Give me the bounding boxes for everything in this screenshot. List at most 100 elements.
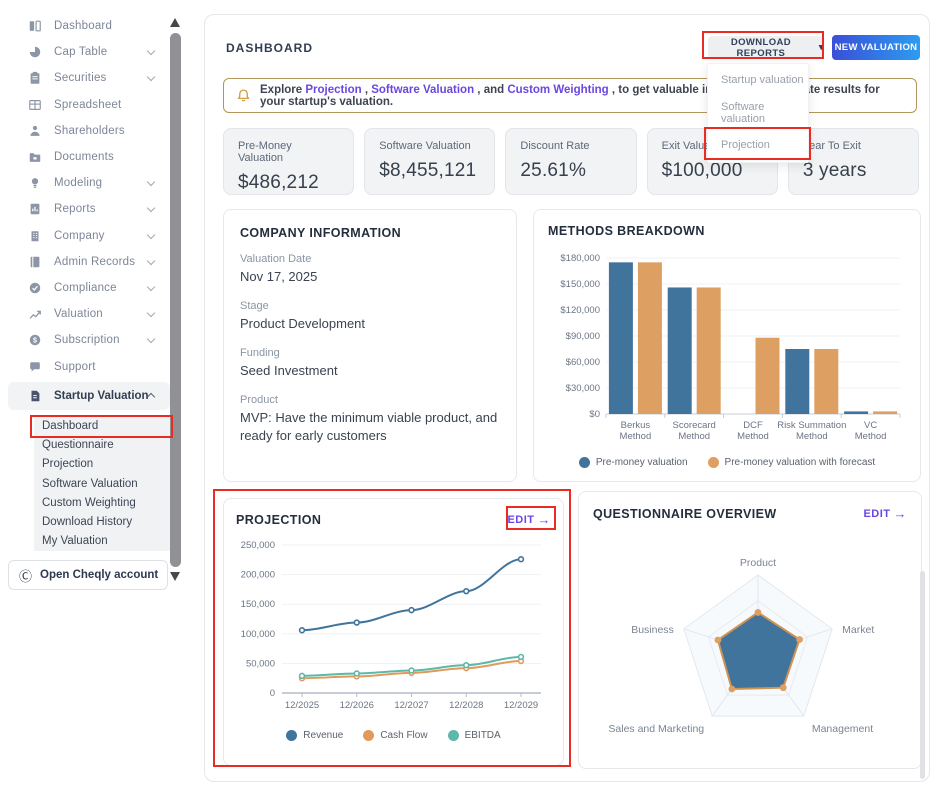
questionnaire-radar-chart: ProductMarketManagementSales and Marketi… <box>593 529 923 755</box>
panel-title: METHODS BREAKDOWN <box>548 224 906 238</box>
alert-link-projection[interactable]: Projection <box>305 84 361 96</box>
svg-text:Management: Management <box>812 723 873 735</box>
sidebar-item-startup-valuation[interactable]: Startup Valuation <box>8 382 170 410</box>
menu-item-software-valuation[interactable]: Software valuation <box>708 97 808 130</box>
stat-value: $100,000 <box>662 160 763 182</box>
sidebar-item-subscription[interactable]: $Subscription <box>10 327 170 353</box>
chevron-down-icon <box>147 309 155 317</box>
sidebar-subitem-projection[interactable]: Projection <box>34 455 170 474</box>
sidebar-item-reports[interactable]: Reports <box>10 196 170 222</box>
sidebar-item-compliance[interactable]: Compliance <box>10 275 170 301</box>
field-value: Seed Investment <box>240 362 500 381</box>
edit-questionnaire-link[interactable]: EDIT → <box>863 506 907 521</box>
field-value: MVP: Have the minimum viable product, an… <box>240 409 500 447</box>
edit-label: EDIT <box>863 508 890 520</box>
sidebar-item-label: Compliance <box>54 282 117 294</box>
folder-icon <box>28 150 42 164</box>
sidebar-scrollbar-thumb[interactable] <box>170 33 181 567</box>
stat-value: 3 years <box>803 160 904 182</box>
projection-chart: 050,000100,000150,000200,000250,00012/20… <box>236 533 555 719</box>
sidebar-item-spreadsheet[interactable]: Spreadsheet <box>10 92 170 118</box>
svg-text:DCF: DCF <box>743 420 763 431</box>
chart-legend: Pre-money valuation Pre-money valuation w… <box>548 457 906 468</box>
svg-text:12/2028: 12/2028 <box>449 700 483 711</box>
legend-label: Pre-money valuation <box>596 457 688 468</box>
open-cheqly-account-button[interactable]: Ⓒ Open Cheqly account <box>8 560 168 590</box>
person-icon <box>28 124 42 138</box>
grid-icon <box>28 19 42 33</box>
field-label: Funding <box>240 347 500 359</box>
svg-text:Method: Method <box>855 431 887 442</box>
scroll-down-arrow-icon[interactable] <box>170 572 180 581</box>
svg-text:150,000: 150,000 <box>241 599 275 610</box>
sidebar-item-cap-table[interactable]: Cap Table <box>10 39 170 65</box>
methods-breakdown-chart: $0$30,000$60,000$90,000$120,000$150,000$… <box>548 248 908 446</box>
sidebar-subitem-questionnaire[interactable]: Questionnaire <box>34 435 170 454</box>
sidebar-item-label: Securities <box>54 72 107 84</box>
arrow-right-icon: → <box>538 512 552 527</box>
sidebar-item-securities[interactable]: Securities <box>10 65 170 91</box>
sidebar-item-label: Startup Valuation <box>54 390 149 402</box>
alert-banner: Explore Projection , Software Valuation … <box>223 78 917 113</box>
cheqly-logo-icon: Ⓒ <box>19 566 32 585</box>
sidebar-subitem-software-valuation[interactable]: Software Valuation <box>34 474 170 493</box>
scroll-up-arrow-icon[interactable] <box>170 18 180 27</box>
sidebar-item-documents[interactable]: Documents <box>10 144 170 170</box>
building-icon <box>28 229 42 243</box>
stat-card-discount-rate: Discount Rate25.61% <box>505 128 636 195</box>
sidebar-subitem-custom-weighting[interactable]: Custom Weighting <box>34 493 170 512</box>
check-icon <box>28 281 42 295</box>
sidebar-nav: DashboardCap TableSecuritiesSpreadsheetS… <box>10 13 170 380</box>
svg-text:250,000: 250,000 <box>241 540 275 551</box>
sidebar-item-dashboard[interactable]: Dashboard <box>10 13 170 39</box>
new-valuation-button[interactable]: NEW VALUATION <box>832 35 920 60</box>
sidebar-item-shareholders[interactable]: Shareholders <box>10 118 170 144</box>
svg-text:Risk Summation: Risk Summation <box>777 420 846 431</box>
cheqly-label: Open Cheqly account <box>40 569 158 581</box>
legend-label: Revenue <box>303 730 343 741</box>
sidebar-item-admin-records[interactable]: Admin Records <box>10 249 170 275</box>
alert-link-custom-weighting[interactable]: Custom Weighting <box>507 84 608 96</box>
sidebar-item-modeling[interactable]: Modeling <box>10 170 170 196</box>
sidebar-item-label: Support <box>54 361 96 373</box>
edit-projection-link[interactable]: EDIT → <box>507 512 551 527</box>
svg-text:Method: Method <box>796 431 828 442</box>
sidebar-subitem-dashboard[interactable]: Dashboard <box>34 416 170 435</box>
chat-icon <box>28 360 42 374</box>
main-scrollbar[interactable] <box>920 571 925 779</box>
chevron-down-icon <box>147 256 155 264</box>
company-field-funding: Funding Seed Investment <box>240 347 500 381</box>
svg-text:Market: Market <box>842 624 874 636</box>
svg-text:Scorecard: Scorecard <box>673 420 716 431</box>
company-field-product: ProductMVP: Have the minimum viable prod… <box>240 394 500 447</box>
svg-text:Product: Product <box>740 557 776 569</box>
svg-text:$180,000: $180,000 <box>560 253 600 264</box>
sidebar-item-label: Reports <box>54 203 96 215</box>
menu-item-startup-valuation[interactable]: Startup valuation <box>708 64 808 97</box>
chart-icon <box>28 307 42 321</box>
alert-link-software-valuation[interactable]: Software Valuation <box>371 84 474 96</box>
stat-label: Software Valuation <box>379 140 480 152</box>
projection-panel: PROJECTION EDIT → 050,000100,000150,0002… <box>223 498 564 766</box>
sidebar-subnav: DashboardQuestionnaireProjectionSoftware… <box>34 416 170 551</box>
legend-item-pre-money-valuation-with-forecast: Pre-money valuation with forecast <box>708 457 876 468</box>
download-reports-button[interactable]: DOWNLOAD REPORTS ▾ <box>708 36 824 59</box>
stat-card-software-valuation: Software Valuation$8,455,121 <box>364 128 495 195</box>
sidebar-subitem-download-history[interactable]: Download History <box>34 512 170 531</box>
dollar-icon: $ <box>28 333 42 347</box>
questionnaire-overview-panel: QUESTIONNAIRE OVERVIEW EDIT → ProductMar… <box>578 491 922 769</box>
field-label: Stage <box>240 300 500 312</box>
methods-breakdown-panel: METHODS BREAKDOWN $0$30,000$60,000$90,00… <box>533 209 921 482</box>
sidebar-item-valuation[interactable]: Valuation <box>10 301 170 327</box>
svg-text:Method: Method <box>620 431 652 442</box>
chevron-down-icon <box>147 47 155 55</box>
sidebar-item-support[interactable]: Support <box>10 353 170 379</box>
company-information-panel: COMPANY INFORMATION Valuation DateNov 17… <box>223 209 517 482</box>
stat-label: Year To Exit <box>803 140 904 152</box>
sidebar-subitem-my-valuation[interactable]: My Valuation <box>34 532 170 551</box>
menu-item-projection[interactable]: Projection <box>708 129 808 162</box>
company-field-stage: StageProduct Development <box>240 300 500 334</box>
sidebar-item-company[interactable]: Company <box>10 223 170 249</box>
sidebar-item-label: Company <box>54 230 105 242</box>
records-icon <box>28 255 42 269</box>
